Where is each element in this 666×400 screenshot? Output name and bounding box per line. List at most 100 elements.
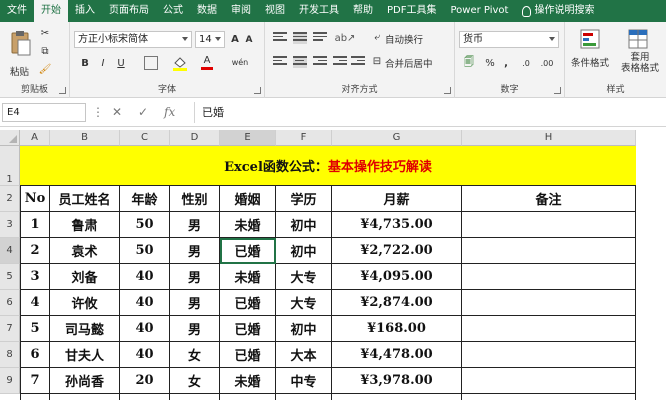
table-cell[interactable] (462, 212, 636, 238)
table-cell[interactable]: 40 (120, 290, 170, 316)
column-header[interactable]: H (462, 130, 636, 146)
table-cell[interactable]: 初中 (276, 316, 332, 342)
table-cell[interactable]: 大本 (276, 342, 332, 368)
decrease-decimal-button[interactable]: .00 (537, 55, 557, 71)
ribbon-tab[interactable]: 开始 (34, 0, 68, 22)
table-cell[interactable]: 男 (170, 290, 220, 316)
paste-button[interactable] (8, 26, 34, 60)
table-header-cell[interactable]: 学历 (276, 186, 332, 212)
table-cell[interactable]: 8 (20, 394, 50, 400)
table-cell[interactable]: 初中 (276, 212, 332, 238)
increase-decimal-button[interactable]: .0 (517, 55, 535, 71)
table-cell[interactable]: 40 (120, 316, 170, 342)
table-cell[interactable]: 未婚 (220, 264, 276, 290)
column-header[interactable]: A (20, 130, 50, 146)
table-cell[interactable]: 初中 (276, 238, 332, 264)
align-top-icon[interactable] (273, 32, 287, 44)
font-size-dropdown[interactable]: 14 (195, 31, 225, 48)
table-cell[interactable]: 男 (170, 316, 220, 342)
row-header[interactable]: 4 (0, 238, 20, 264)
accounting-format-icon[interactable]: 🗐 (461, 55, 477, 71)
fill-color-icon[interactable] (172, 55, 188, 71)
shrink-font-button[interactable]: A (243, 34, 255, 46)
table-header-cell[interactable]: 年龄 (120, 186, 170, 212)
table-cell[interactable]: 孙尚香 (50, 368, 120, 394)
row-header[interactable]: 8 (0, 342, 20, 368)
table-cell[interactable] (462, 368, 636, 394)
ribbon-tab[interactable]: PDF工具集 (380, 0, 443, 22)
copy-icon[interactable]: ⧉ (38, 44, 52, 58)
ribbon-tab[interactable]: 公式 (156, 0, 190, 22)
decrease-indent-icon[interactable] (333, 56, 347, 68)
ribbon-tab[interactable]: 视图 (258, 0, 292, 22)
table-cell[interactable]: 30 (120, 394, 170, 400)
table-cell[interactable]: ¥3,978.00 (332, 368, 462, 394)
orientation-icon[interactable]: ab↗ (335, 30, 356, 46)
clipboard-launcher[interactable] (59, 87, 66, 94)
row-header[interactable]: 6 (0, 290, 20, 316)
table-cell[interactable]: 2 (20, 238, 50, 264)
column-header[interactable]: B (50, 130, 120, 146)
row-header[interactable]: 1 (0, 146, 20, 186)
table-cell[interactable]: ¥2,760.00 (332, 394, 462, 400)
table-cell[interactable]: 4 (20, 290, 50, 316)
table-cell[interactable] (462, 394, 636, 400)
table-cell[interactable]: 未婚 (220, 212, 276, 238)
table-header-cell[interactable]: 备注 (462, 186, 636, 212)
table-cell[interactable]: ¥4,735.00 (332, 212, 462, 238)
cancel-icon[interactable]: ✕ (112, 105, 122, 119)
table-cell[interactable]: 5 (20, 316, 50, 342)
phonetic-button[interactable]: wén (230, 54, 250, 70)
row-header[interactable]: 7 (0, 316, 20, 342)
table-cell[interactable]: 已婚 (220, 316, 276, 342)
row-header[interactable]: 5 (0, 264, 20, 290)
table-cell[interactable]: ¥4,478.00 (332, 342, 462, 368)
row-header[interactable]: 9 (0, 368, 20, 394)
table-cell[interactable]: 甘夫人 (50, 342, 120, 368)
grow-font-button[interactable]: A (228, 32, 242, 46)
table-cell[interactable] (462, 290, 636, 316)
column-header[interactable]: G (332, 130, 462, 146)
table-cell[interactable]: 袁术 (50, 238, 120, 264)
ribbon-tab[interactable]: 开发工具 (292, 0, 346, 22)
align-left-icon[interactable] (273, 56, 287, 68)
italic-button[interactable]: I (96, 56, 110, 70)
increase-indent-icon[interactable] (351, 56, 365, 68)
align-bottom-icon[interactable] (313, 32, 327, 44)
border-icon[interactable] (144, 56, 158, 70)
table-cell[interactable]: 刘备 (50, 264, 120, 290)
table-header-cell[interactable]: 员工姓名 (50, 186, 120, 212)
table-cell[interactable]: ¥2,874.00 (332, 290, 462, 316)
table-cell[interactable]: 女 (170, 342, 220, 368)
align-right-icon[interactable] (313, 56, 327, 68)
table-header-cell[interactable]: 婚姻 (220, 186, 276, 212)
table-cell[interactable]: 男 (170, 238, 220, 264)
column-header[interactable]: F (276, 130, 332, 146)
insert-function-icon[interactable]: fx (164, 105, 175, 119)
ribbon-tab[interactable]: 插入 (68, 0, 102, 22)
ribbon-tab[interactable]: Power Pivot (443, 0, 515, 22)
table-cell[interactable] (462, 264, 636, 290)
select-all-button[interactable] (0, 130, 20, 146)
table-cell[interactable]: 50 (120, 238, 170, 264)
formula-input[interactable]: 已婚 (202, 104, 224, 120)
conditional-format-button[interactable]: 条件格式 (571, 55, 609, 69)
percent-button[interactable]: % (483, 55, 497, 71)
row-header[interactable]: 3 (0, 212, 20, 238)
ribbon-tab[interactable]: 数据 (190, 0, 224, 22)
table-cell[interactable]: 1 (20, 212, 50, 238)
merge-center-button[interactable]: 合并后居中 (385, 56, 433, 70)
table-cell[interactable]: 7 (20, 368, 50, 394)
table-cell[interactable]: 已婚 (220, 342, 276, 368)
table-cell[interactable]: 鲁肃 (50, 212, 120, 238)
ribbon-tab[interactable]: 审阅 (224, 0, 258, 22)
font-color-button[interactable]: A (200, 54, 214, 70)
table-cell[interactable]: 50 (120, 212, 170, 238)
table-cell[interactable]: 许攸 (50, 290, 120, 316)
table-cell[interactable]: ¥168.00 (332, 316, 462, 342)
table-cell[interactable]: 袁绍 (50, 394, 120, 400)
number-format-dropdown[interactable]: 货币 (459, 31, 559, 48)
table-cell[interactable]: 已婚 (220, 394, 276, 400)
alignment-launcher[interactable] (444, 87, 451, 94)
format-painter-icon[interactable]: 🖌 (38, 62, 52, 76)
